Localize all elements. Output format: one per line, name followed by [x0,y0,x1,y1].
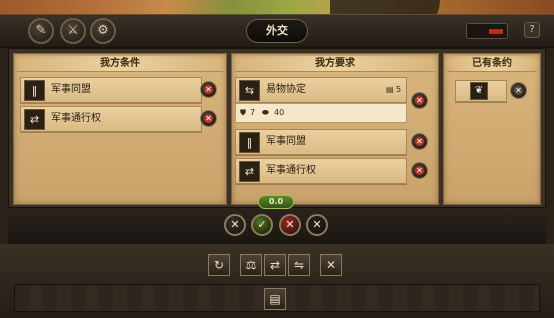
remove-offer-button[interactable]: ✕ [200,81,217,98]
existing-treaty-item[interactable]: ❦ [455,80,507,102]
military-access-icon: ⇄ [239,161,260,182]
flag-stripe [489,29,503,34]
offer-item-military-access[interactable]: ⇄ 军事通行权 [20,106,202,132]
treaty-scroll-icon: ❦ [470,82,488,100]
close-icon: ✕ [416,137,423,146]
treaty-document-button[interactable]: ▤ [264,288,286,310]
treaty-button[interactable]: ⚙ [90,18,116,44]
remove-offer-button[interactable]: ✕ [200,110,217,127]
remove-demand-button[interactable]: ✕ [411,133,428,150]
trade-goods-icon: ⚖ [245,258,257,272]
shield-icon: ⛊ [240,108,246,117]
war-button[interactable]: ⚔ [60,18,86,44]
war-stance-button[interactable]: ✕ [224,214,246,236]
barter-agreement-icon: ⇆ [239,80,260,101]
window-title: 外交 [246,19,308,43]
balance-value: 0.0 [258,195,294,209]
refresh-button[interactable]: ↻ [208,254,230,276]
trade-goods-icon: ⬬ [262,108,269,117]
close-icon: ✕ [205,85,212,94]
negotiation-panels: 我方条件 ‖ 军事同盟 ✕ ⇄ 军事通行权 ✕ 我方要求 ⇆ 易物协定 ▤ 5 … [8,48,546,208]
close-icon: ✕ [325,258,337,272]
military-alliance-icon: ‖ [24,80,45,101]
existing-treaties-column: 已有条约 [443,53,541,205]
cancel-stance-icon: ✕ [312,218,322,231]
diplomacy-header-bar: ✎ ⚔ ⚙ 外交 ? [0,14,554,48]
peace-stance-icon: ✓ [257,218,267,231]
faction-flag-icon [466,23,508,39]
exchange-icon: ⇄ [269,258,281,272]
offer-item-label: 军事通行权 [51,113,101,124]
existing-treaties-title: 已有条约 [447,56,537,72]
duration-scroll-icon: ▤ [386,85,394,94]
balance-bar [8,208,546,244]
our-offers-title: 我方条件 [17,56,223,72]
demand-item-military-access[interactable]: ⇄ 军事通行权 [235,158,407,184]
help-button[interactable]: ? [524,22,540,38]
close-icon: ✕ [515,86,522,95]
refresh-icon: ↻ [213,258,225,272]
trade-goods-button[interactable]: ⚖ [240,254,262,276]
close-icon: ✕ [416,166,423,175]
military-access-icon: ⇄ [24,109,45,130]
treaty-document-icon: ▤ [269,292,281,306]
demand-item-label: 易物协定 [266,84,306,95]
demand-item-military-alliance[interactable]: ‖ 军事同盟 [235,129,407,155]
hostile-stance-icon: ✕ [285,218,295,231]
close-button[interactable]: ✕ [320,254,342,276]
remove-treaty-button[interactable]: ✕ [510,82,527,99]
demand-item-barter[interactable]: ⇆ 易物协定 ▤ 5 [235,77,407,103]
remove-demand-button[interactable]: ✕ [411,92,428,109]
treaty-seal-icon: ⚙ [97,23,109,38]
barter-detail-row: ⛊ 7 ⬬ 40 [235,103,407,123]
hostile-stance-button[interactable]: ✕ [279,214,301,236]
exchange-button[interactable]: ⇄ [264,254,286,276]
remove-demand-button[interactable]: ✕ [411,162,428,179]
quill-diplomacy-icon: ✎ [35,23,47,38]
demand-item-label: 军事通行权 [266,165,316,176]
offer-item-label: 军事同盟 [51,84,91,95]
demand-item-label: 军事同盟 [266,136,306,147]
war-stance-icon: ✕ [230,218,240,231]
got-value: 40 [274,108,285,117]
cancel-stance-button[interactable]: ✕ [306,214,328,236]
swap-button[interactable]: ⇋ [288,254,310,276]
close-icon: ✕ [205,114,212,123]
offer-item-military-alliance[interactable]: ‖ 军事同盟 [20,77,202,103]
our-demands-title: 我方要求 [235,56,435,72]
duration-value: 5 [396,85,402,94]
close-icon: ✕ [416,96,423,105]
crossed-swords-icon: ⚔ [67,23,79,38]
gave-value: 7 [250,108,256,117]
swap-icon: ⇋ [293,258,305,272]
peace-stance-button[interactable]: ✓ [251,214,273,236]
military-alliance-icon: ‖ [239,132,260,153]
diplomacy-icon[interactable]: ✎ [28,18,54,44]
